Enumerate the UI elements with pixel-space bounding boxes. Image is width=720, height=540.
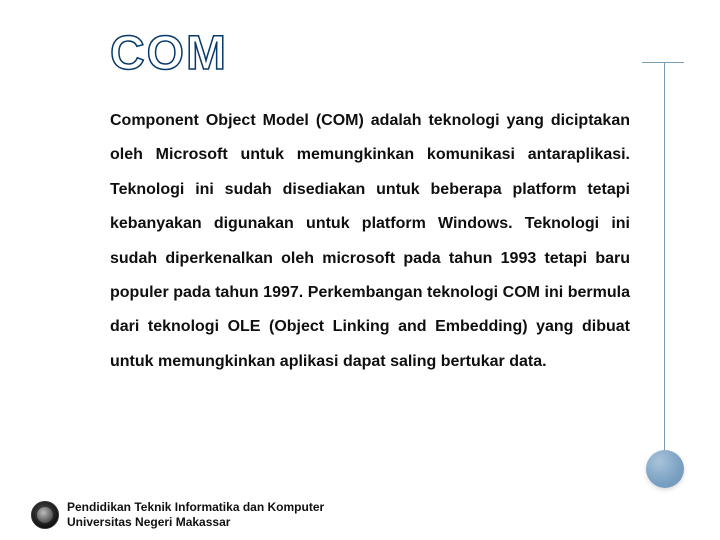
footer-line2: Universitas Negeri Makassar: [67, 515, 324, 530]
footer-text: Pendidikan Teknik Informatika dan Komput…: [67, 500, 324, 530]
page-title: COM: [110, 26, 228, 81]
slide: COM Component Object Model (COM) adalah …: [0, 0, 720, 540]
decorative-line-right: [664, 62, 665, 470]
body-paragraph: Component Object Model (COM) adalah tekn…: [110, 104, 630, 379]
footer: Pendidikan Teknik Informatika dan Komput…: [31, 500, 324, 530]
footer-line1: Pendidikan Teknik Informatika dan Komput…: [67, 500, 324, 515]
institution-logo-icon: [31, 501, 59, 529]
accent-circle-icon: [646, 450, 684, 488]
decorative-line-top: [642, 62, 684, 63]
